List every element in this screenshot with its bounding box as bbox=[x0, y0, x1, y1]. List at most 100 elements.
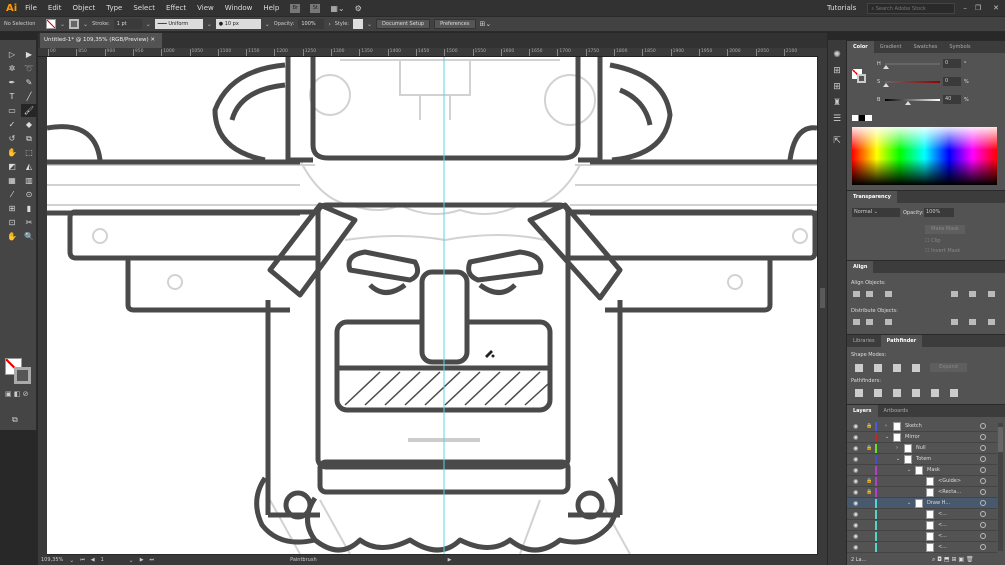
layer-name[interactable]: <... bbox=[938, 533, 947, 539]
layer-name[interactable]: Totem bbox=[916, 456, 931, 462]
opacity-field[interactable]: 100% bbox=[298, 19, 325, 29]
shape-mode-icon[interactable] bbox=[912, 364, 920, 372]
layer-row[interactable]: ◉ ⌄ Mirror bbox=[847, 432, 997, 443]
warp-tool-icon[interactable]: ✋ bbox=[4, 146, 20, 159]
bridge-button[interactable]: Br bbox=[290, 3, 301, 13]
scrollbar-thumb[interactable] bbox=[820, 288, 825, 308]
horizontal-ruler[interactable]: 00 850 900 950 1000 1050 1100 1150 1200 1250 1300 1… bbox=[38, 48, 818, 57]
document-setup-button[interactable]: Document Setup bbox=[376, 19, 431, 29]
slice-tool-icon[interactable]: ✂ bbox=[21, 216, 37, 229]
next-artboard-button[interactable]: ▶ bbox=[140, 557, 144, 563]
expand-arrow-icon[interactable]: › bbox=[885, 423, 887, 429]
status-menu-arrow[interactable]: ▶ bbox=[448, 557, 452, 563]
close-button[interactable]: ✕ bbox=[993, 4, 999, 12]
zoom-level-field[interactable]: 109,35% bbox=[41, 557, 63, 563]
lock-icon[interactable]: 🔒 bbox=[866, 445, 872, 451]
layers-scrollbar[interactable] bbox=[998, 423, 1003, 551]
distribute-button-icon[interactable] bbox=[988, 319, 995, 325]
target-circle-icon[interactable] bbox=[980, 522, 986, 528]
make-mask-button[interactable]: Make Mask bbox=[925, 225, 965, 234]
lock-icon[interactable]: 🔒 bbox=[866, 423, 872, 429]
selection-tool-icon[interactable]: ▷ bbox=[4, 48, 20, 61]
target-circle-icon[interactable] bbox=[980, 467, 986, 473]
target-circle-icon[interactable] bbox=[980, 533, 986, 539]
distribute-button-icon[interactable] bbox=[951, 319, 958, 325]
artboard-canvas[interactable] bbox=[47, 57, 817, 554]
slider-track-h[interactable] bbox=[883, 63, 940, 69]
slider-value-h[interactable]: 0 bbox=[943, 59, 961, 68]
rectangle-tool-icon[interactable]: ▭ bbox=[4, 104, 20, 117]
target-circle-icon[interactable] bbox=[980, 456, 986, 462]
variable-width-profile[interactable]: ━━━ Uniform bbox=[154, 19, 203, 29]
layer-name[interactable]: <... bbox=[938, 511, 947, 517]
align-button-icon[interactable] bbox=[866, 291, 873, 297]
slider-track-s[interactable] bbox=[883, 81, 940, 87]
visibility-eye-icon[interactable]: ◉ bbox=[853, 478, 858, 485]
expand-arrow-icon[interactable]: ⌄ bbox=[907, 467, 911, 473]
fill-stroke-widget[interactable] bbox=[5, 358, 33, 386]
align-button-icon[interactable] bbox=[969, 291, 976, 297]
shape-builder-tool-icon[interactable]: ◩ bbox=[4, 160, 20, 173]
slider-value-b[interactable]: 40 bbox=[943, 95, 961, 104]
layer-row[interactable]: ◉ 🔒 <Recta... bbox=[847, 487, 997, 498]
slider-thumb[interactable] bbox=[883, 83, 889, 87]
pathfinder-icon[interactable] bbox=[893, 389, 901, 397]
type-tool-icon[interactable]: T bbox=[4, 90, 20, 103]
column-graph-tool-icon[interactable]: ▮ bbox=[21, 202, 37, 215]
export-icon[interactable]: ⇱ bbox=[828, 136, 846, 152]
minimize-button[interactable]: – bbox=[963, 4, 967, 12]
menu-help[interactable]: Help bbox=[263, 4, 279, 12]
layer-row[interactable]: ◉ 🔒 › Sketch bbox=[847, 421, 997, 432]
prev-artboard-button[interactable]: ◀ bbox=[91, 557, 95, 563]
layer-name[interactable]: <... bbox=[938, 522, 947, 528]
layer-row[interactable]: ◉ 🔒 › Null bbox=[847, 443, 997, 454]
distribute-button-icon[interactable] bbox=[885, 319, 892, 325]
visibility-eye-icon[interactable]: ◉ bbox=[853, 434, 858, 441]
artboard-tool-icon[interactable]: ⊡ bbox=[4, 216, 20, 229]
lock-icon[interactable]: 🔒 bbox=[866, 478, 872, 484]
layer-name[interactable]: Mirror bbox=[905, 434, 920, 440]
visibility-eye-icon[interactable]: ◉ bbox=[853, 467, 858, 474]
target-circle-icon[interactable] bbox=[980, 423, 986, 429]
tab-layers[interactable]: Layers bbox=[847, 405, 878, 417]
eraser-tool-icon[interactable]: ◆ bbox=[21, 118, 37, 131]
style-swatch[interactable] bbox=[353, 19, 363, 29]
tab-pathfinder[interactable]: Pathfinder bbox=[880, 335, 923, 347]
rotate-tool-icon[interactable]: ↺ bbox=[4, 132, 20, 145]
layers-stack-icon[interactable]: ☰ bbox=[828, 114, 846, 130]
layer-row[interactable]: ◉ <... bbox=[847, 542, 997, 553]
stroke-mini[interactable] bbox=[857, 74, 866, 83]
tab-gradient[interactable]: Gradient bbox=[874, 41, 908, 53]
eyedropper-tool-icon[interactable]: ⁄ bbox=[4, 188, 20, 201]
lasso-tool-icon[interactable]: ➰ bbox=[21, 62, 37, 75]
menu-effect[interactable]: Effect bbox=[166, 4, 186, 12]
scale-tool-icon[interactable]: ⧉ bbox=[21, 132, 37, 145]
blend-mode-select[interactable]: Normal ⌄ bbox=[852, 208, 900, 217]
visibility-eye-icon[interactable]: ◉ bbox=[853, 489, 858, 496]
appearance-icon[interactable]: ♜ bbox=[828, 98, 846, 114]
workspace-switcher[interactable]: Tutorials bbox=[827, 4, 856, 12]
layer-row[interactable]: ◉ ⌄ Draw H... bbox=[847, 498, 997, 509]
layer-name[interactable]: <Guide> bbox=[938, 478, 961, 484]
pathfinder-icon[interactable] bbox=[931, 389, 939, 397]
stock-button[interactable]: St bbox=[310, 3, 321, 13]
pathfinder-icon[interactable] bbox=[912, 389, 920, 397]
layer-row[interactable]: ◉ ⌄ Mask bbox=[847, 465, 997, 476]
align-button-icon[interactable] bbox=[885, 291, 892, 297]
free-transform-tool-icon[interactable]: ⬚ bbox=[21, 146, 37, 159]
visibility-eye-icon[interactable]: ◉ bbox=[853, 533, 858, 540]
target-circle-icon[interactable] bbox=[980, 434, 986, 440]
layer-name[interactable]: <Recta... bbox=[938, 489, 961, 495]
line-segment-tool-icon[interactable]: ╱ bbox=[21, 90, 37, 103]
distribute-button-icon[interactable] bbox=[853, 319, 860, 325]
curvature-tool-icon[interactable]: ✎ bbox=[21, 76, 37, 89]
blend-tool-icon[interactable]: ⊙ bbox=[21, 188, 37, 201]
visibility-eye-icon[interactable]: ◉ bbox=[853, 456, 858, 463]
stroke-swatch[interactable] bbox=[69, 19, 80, 29]
direct-selection-tool-icon[interactable]: ▶ bbox=[21, 48, 37, 61]
target-circle-icon[interactable] bbox=[980, 544, 986, 550]
transform-icon[interactable]: ⊞⌄ bbox=[480, 20, 492, 28]
menu-file[interactable]: File bbox=[25, 4, 37, 12]
layer-name[interactable]: Null bbox=[916, 445, 926, 451]
symbol-sprayer-tool-icon[interactable]: ⊞ bbox=[4, 202, 20, 215]
